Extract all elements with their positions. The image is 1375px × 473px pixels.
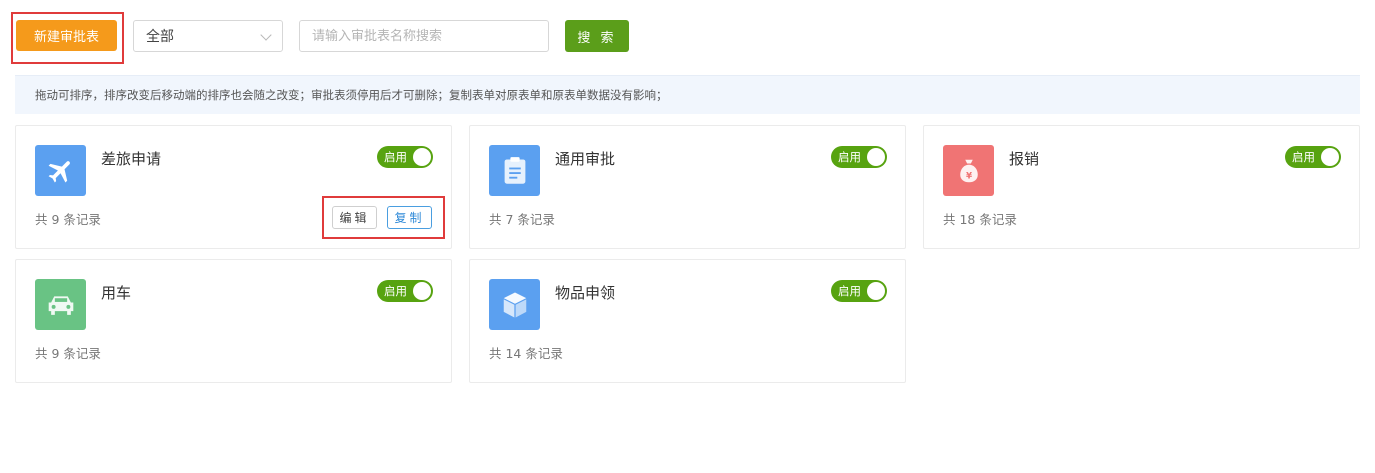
search-button[interactable]: 搜 索 xyxy=(565,20,629,52)
money-bag-icon: ¥ xyxy=(943,145,994,196)
toggle-label: 启用 xyxy=(384,284,407,298)
chevron-down-icon xyxy=(260,29,272,41)
approval-card-travel[interactable]: 差旅申请 启用 共 9 条记录 编辑 复制 xyxy=(15,125,452,249)
toggle-knob xyxy=(413,148,431,166)
category-filter-select[interactable]: 全部 xyxy=(133,20,283,52)
enable-toggle[interactable]: 启用 xyxy=(831,146,887,168)
approval-card-vehicle[interactable]: 用车 启用 共 9 条记录 xyxy=(15,259,452,383)
info-notice: 拖动可排序，排序改变后移动端的排序也会随之改变；审批表须停用后才可删除；复制表单… xyxy=(15,75,1360,114)
enable-toggle[interactable]: 启用 xyxy=(377,146,433,168)
toggle-label: 启用 xyxy=(1292,150,1315,164)
enable-toggle[interactable]: 启用 xyxy=(831,280,887,302)
copy-button[interactable]: 复制 xyxy=(387,206,432,229)
approval-card-general[interactable]: 通用审批 启用 共 7 条记录 xyxy=(469,125,906,249)
enable-toggle[interactable]: 启用 xyxy=(1285,146,1341,168)
card-title: 物品申领 xyxy=(555,284,616,302)
card-title: 报销 xyxy=(1009,150,1040,168)
toggle-label: 启用 xyxy=(384,150,407,164)
car-icon xyxy=(35,279,86,330)
svg-text:¥: ¥ xyxy=(965,171,971,181)
toggle-label: 启用 xyxy=(838,284,861,298)
card-title: 差旅申请 xyxy=(101,150,162,168)
toggle-knob xyxy=(1321,148,1339,166)
record-count: 共 14 条记录 xyxy=(489,346,563,361)
card-title: 用车 xyxy=(101,284,132,302)
approval-card-reimbursement[interactable]: ¥ 报销 启用 共 18 条记录 xyxy=(923,125,1360,249)
toggle-knob xyxy=(867,282,885,300)
approval-card-supplies[interactable]: 物品申领 启用 共 14 条记录 xyxy=(469,259,906,383)
airplane-icon xyxy=(35,145,86,196)
card-title: 通用审批 xyxy=(555,150,616,168)
record-count: 共 9 条记录 xyxy=(35,346,101,361)
clipboard-icon xyxy=(489,145,540,196)
toggle-knob xyxy=(867,148,885,166)
toggle-knob xyxy=(413,282,431,300)
edit-button[interactable]: 编辑 xyxy=(332,206,377,229)
category-filter-value: 全部 xyxy=(146,29,174,45)
new-approval-form-button[interactable]: 新建审批表 xyxy=(16,20,117,51)
enable-toggle[interactable]: 启用 xyxy=(377,280,433,302)
toggle-label: 启用 xyxy=(838,150,861,164)
box-icon xyxy=(489,279,540,330)
record-count: 共 18 条记录 xyxy=(943,212,1017,227)
search-input[interactable] xyxy=(299,20,549,52)
record-count: 共 7 条记录 xyxy=(489,212,555,227)
record-count: 共 9 条记录 xyxy=(35,212,101,227)
